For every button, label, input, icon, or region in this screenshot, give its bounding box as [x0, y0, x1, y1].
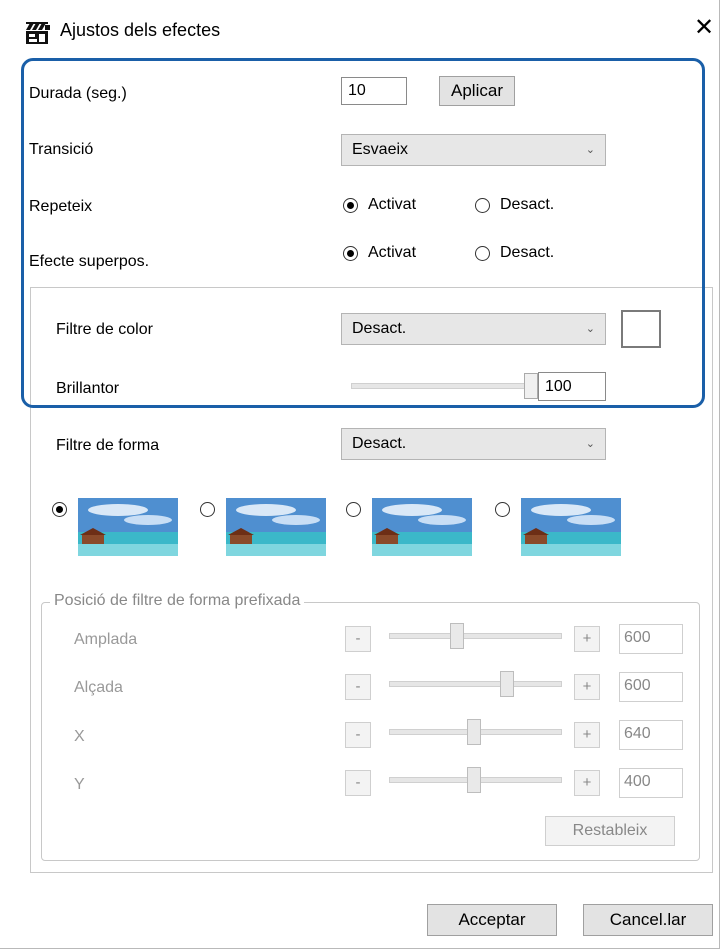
ok-button[interactable]: Acceptar — [427, 904, 557, 936]
repeat-on-label: Activat — [368, 196, 417, 213]
shape-filter-value: Desact. — [352, 435, 407, 452]
repeat-off-label: Desact. — [500, 196, 555, 213]
duration-input[interactable] — [341, 77, 407, 105]
chevron-down-icon: ⌄ — [585, 323, 595, 335]
width-value[interactable]: 600 — [619, 624, 683, 654]
brightness-input[interactable] — [538, 372, 606, 401]
shape-preview-image — [78, 498, 178, 556]
height-value[interactable]: 600 — [619, 672, 683, 702]
shape-filter-label: Filtre de forma — [56, 437, 160, 454]
color-swatch[interactable] — [621, 310, 661, 348]
close-icon[interactable]: ✕ — [694, 16, 714, 40]
y-label: Y — [74, 776, 85, 793]
x-label: X — [74, 728, 85, 745]
window-title: Ajustos dels efectes — [60, 20, 221, 40]
brightness-label: Brillantor — [56, 380, 120, 397]
brightness-slider-thumb[interactable] — [524, 373, 538, 399]
transition-label: Transició — [29, 141, 94, 158]
color-filter-value: Desact. — [352, 320, 407, 337]
repeat-on-radio[interactable]: Activat — [343, 196, 416, 214]
height-slider-thumb[interactable] — [500, 671, 514, 697]
color-filter-label: Filtre de color — [56, 321, 153, 338]
radio-icon — [475, 245, 490, 261]
radio-icon — [495, 502, 510, 517]
overlay-off-radio[interactable]: Desact. — [475, 244, 554, 262]
repeat-off-radio[interactable]: Desact. — [475, 196, 554, 214]
cancel-button[interactable]: Cancel.lar — [583, 904, 713, 936]
effects-settings-dialog: Ajustos dels efectes ✕ Durada (seg.) Apl… — [0, 0, 720, 949]
width-slider-thumb[interactable] — [450, 623, 464, 649]
height-minus-button[interactable]: - — [345, 674, 371, 700]
title-bar: Ajustos dels efectes ✕ — [0, 0, 719, 56]
x-minus-button[interactable]: - — [345, 722, 371, 748]
transition-value: Esvaeix — [352, 141, 409, 158]
color-filter-select[interactable]: Desact. ⌄ — [341, 313, 606, 345]
y-minus-button[interactable]: - — [345, 770, 371, 796]
radio-selected-icon — [343, 245, 358, 261]
height-slider-track[interactable] — [389, 681, 562, 687]
radio-selected-icon — [343, 197, 358, 213]
overlay-off-label: Desact. — [500, 244, 555, 261]
brightness-slider-track[interactable] — [351, 383, 533, 389]
apply-button[interactable]: Aplicar — [439, 76, 515, 106]
radio-icon — [475, 197, 490, 213]
duration-label: Durada (seg.) — [29, 85, 127, 102]
y-value[interactable]: 400 — [619, 768, 683, 798]
width-label: Amplada — [74, 631, 138, 648]
reset-button[interactable]: Restableix — [545, 816, 675, 846]
width-plus-button[interactable]: + — [574, 626, 600, 652]
clapperboard-icon — [26, 22, 50, 44]
y-slider-thumb[interactable] — [467, 767, 481, 793]
height-label: Alçada — [74, 679, 123, 696]
radio-icon — [200, 502, 215, 517]
height-plus-button[interactable]: + — [574, 674, 600, 700]
preset-position-title: Posició de filtre de forma prefixada — [50, 592, 305, 610]
repeat-label: Repeteix — [29, 198, 93, 215]
shape-preview-image — [521, 498, 621, 556]
shape-radio-3[interactable] — [346, 502, 371, 517]
radio-selected-icon — [52, 502, 67, 517]
radio-icon — [346, 502, 361, 517]
shape-radio-1[interactable] — [52, 502, 77, 517]
shape-radio-2[interactable] — [200, 502, 225, 517]
chevron-down-icon: ⌄ — [585, 438, 595, 450]
x-value[interactable]: 640 — [619, 720, 683, 750]
width-slider-track[interactable] — [389, 633, 562, 639]
overlay-label: Efecte superpos. — [29, 253, 150, 270]
shape-preview-image — [372, 498, 472, 556]
overlay-on-radio[interactable]: Activat — [343, 244, 416, 262]
shape-preview-image — [226, 498, 326, 556]
x-plus-button[interactable]: + — [574, 722, 600, 748]
x-slider-thumb[interactable] — [467, 719, 481, 745]
shape-filter-select[interactable]: Desact. ⌄ — [341, 428, 606, 460]
overlay-on-label: Activat — [368, 244, 417, 261]
y-plus-button[interactable]: + — [574, 770, 600, 796]
shape-radio-4[interactable] — [495, 502, 520, 517]
width-minus-button[interactable]: - — [345, 626, 371, 652]
transition-select[interactable]: Esvaeix ⌄ — [341, 134, 606, 166]
chevron-down-icon: ⌄ — [585, 144, 595, 156]
